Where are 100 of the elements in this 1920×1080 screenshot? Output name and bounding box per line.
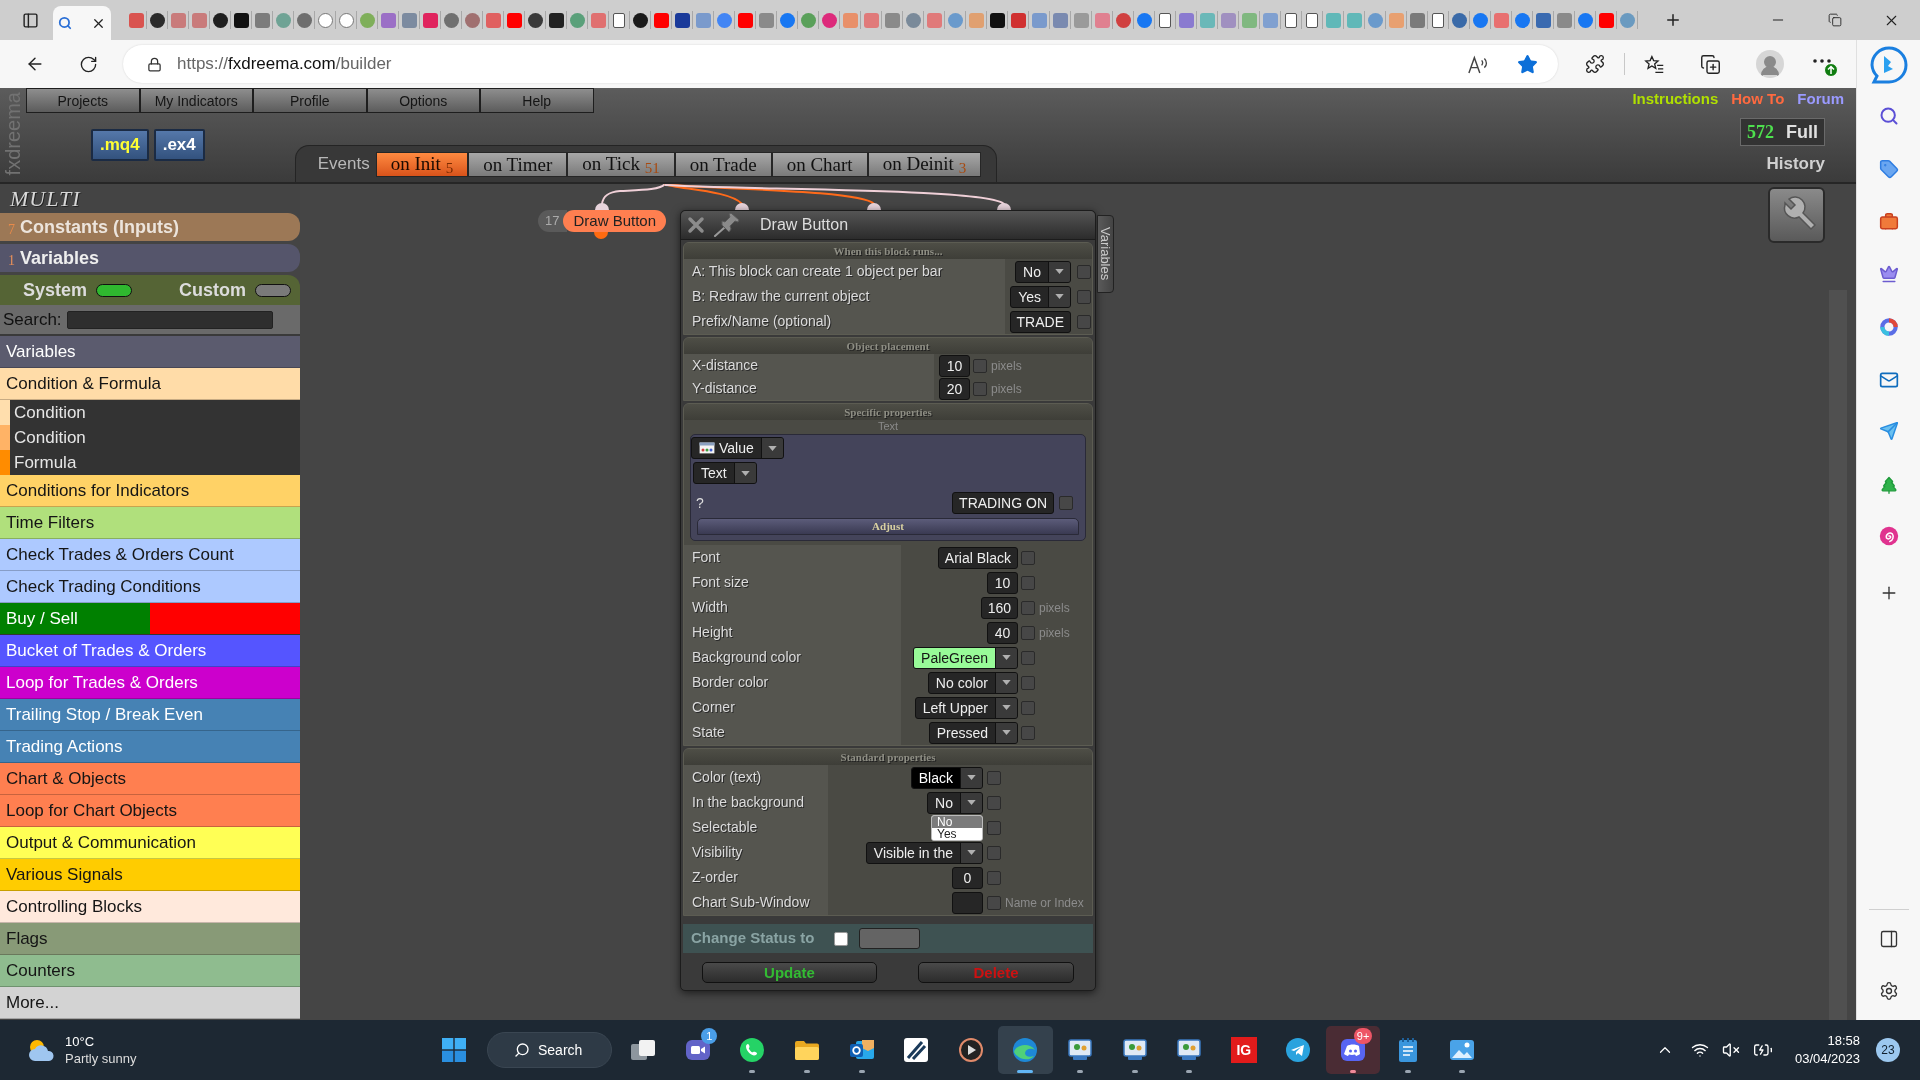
history-link[interactable]: History [1766, 151, 1825, 177]
four-squares-icon[interactable] [442, 1038, 466, 1062]
category-item[interactable]: Various Signals [0, 859, 300, 891]
input-field[interactable]: 10 [939, 354, 970, 377]
block-node[interactable]: Draw Button [563, 210, 666, 232]
sun-cloud-icon[interactable] [26, 1037, 56, 1063]
dropdown-option[interactable]: Yes [932, 828, 982, 840]
checkbox[interactable] [1077, 264, 1091, 279]
input-field[interactable]: 160 [980, 596, 1018, 619]
category-item[interactable]: Flags [0, 923, 300, 955]
extensions-icon[interactable] [1585, 54, 1605, 74]
category-item[interactable]: Check Trades & Orders Count [0, 539, 300, 571]
site-icon[interactable] [149, 12, 165, 28]
category-item[interactable]: Loop for Chart Objects [0, 795, 300, 827]
checkbox[interactable] [987, 895, 1001, 910]
restore-icon[interactable] [1827, 13, 1842, 27]
tag-icon[interactable] [1878, 159, 1899, 179]
spiral-circle-icon[interactable] [1878, 526, 1899, 546]
collections-icon[interactable] [1700, 53, 1721, 75]
input-field[interactable]: TRADE [1009, 310, 1071, 333]
category-item[interactable]: Conditions for Indicators [0, 475, 300, 507]
dropdown[interactable]: Yes [1010, 285, 1071, 308]
site-icon[interactable] [233, 12, 249, 28]
checkbox[interactable] [1021, 575, 1035, 590]
wrench-button[interactable] [1768, 187, 1825, 243]
category-item[interactable]: More... [0, 987, 300, 1019]
checkbox[interactable] [987, 795, 1001, 810]
scrollbar[interactable] [1829, 290, 1847, 1020]
briefcase-icon[interactable] [1878, 212, 1899, 232]
favorites-list-icon[interactable] [1644, 53, 1665, 75]
adjust-button[interactable]: Adjust [697, 518, 1079, 535]
category-item[interactable]: Loop for Trades & Orders [0, 667, 300, 699]
dropdown-option[interactable]: No [932, 816, 982, 828]
checkbox[interactable] [834, 931, 848, 946]
menu-button[interactable]: Options [366, 88, 480, 113]
category-item[interactable]: Trading Actions [0, 731, 300, 763]
site-icon[interactable] [989, 12, 1005, 28]
dropdown[interactable]: Left Upper [914, 696, 1018, 719]
checkbox[interactable] [1021, 675, 1035, 690]
page-icon[interactable] [1159, 12, 1171, 28]
favorite-star-icon[interactable] [1517, 53, 1538, 75]
dropdown[interactable]: Pressed [928, 721, 1018, 744]
site-icon[interactable] [632, 12, 648, 28]
event-tab[interactable]: on Trade [674, 152, 772, 177]
category-item[interactable]: Check Trading Conditions [0, 571, 300, 603]
search-field[interactable] [66, 310, 273, 329]
chat-bubble-icon[interactable] [1868, 45, 1909, 85]
dropdown[interactable]: Text [693, 462, 757, 484]
tab-actions-icon[interactable] [22, 11, 39, 29]
status-field[interactable] [859, 928, 920, 949]
dropdown[interactable]: No color [927, 671, 1018, 694]
site-icon[interactable] [527, 12, 543, 28]
page-icon[interactable] [1306, 12, 1318, 28]
checkbox[interactable] [973, 358, 987, 373]
category-item[interactable]: Time Filters [0, 507, 300, 539]
clock-date[interactable]: 03/04/2023 [1794, 1050, 1860, 1068]
menu-button[interactable]: Help [480, 88, 594, 113]
dropdown[interactable]: PaleGreen [913, 646, 1018, 669]
category-item[interactable]: Trailing Stop / Break Even [0, 699, 300, 731]
event-tab[interactable]: on Tick $_{51}$ [567, 152, 675, 177]
input-field[interactable]: TRADING ON [952, 492, 1054, 514]
checkbox[interactable] [973, 381, 987, 396]
crown-icon[interactable] [1878, 264, 1899, 284]
input-field[interactable]: Arial Black [937, 546, 1018, 569]
checkbox[interactable] [987, 770, 1001, 785]
category-item[interactable]: Counters [0, 955, 300, 987]
input-field[interactable]: 20 [939, 377, 970, 400]
page-icon[interactable] [1285, 12, 1297, 28]
wifi-icon[interactable] [1690, 1041, 1709, 1059]
settings-icon[interactable] [1878, 981, 1899, 1001]
address-field[interactable]: https://fxdreema.com/builder [123, 45, 1558, 83]
download-button[interactable]: .mq4 [91, 129, 149, 161]
full-toggle[interactable]: Full [1786, 118, 1818, 146]
event-tab[interactable]: on Deinit $_{3}$ [867, 152, 982, 177]
input-field[interactable]: 0 [952, 866, 983, 889]
action-button[interactable]: Update [702, 962, 877, 983]
side-panel-icon[interactable] [1878, 929, 1899, 949]
checkbox[interactable] [1021, 650, 1035, 665]
dropdown[interactable]: Visible in the [865, 841, 983, 864]
ring-icon[interactable] [1878, 317, 1899, 337]
checkbox[interactable] [1077, 289, 1091, 304]
event-tab[interactable]: on Init $_{5}$ [375, 152, 469, 177]
muted-speaker-icon[interactable] [1721, 1041, 1740, 1059]
site-icon[interactable] [674, 12, 690, 28]
pin-icon[interactable] [713, 213, 741, 237]
input-field[interactable]: 40 [987, 621, 1018, 644]
menu-button[interactable]: Projects [26, 88, 140, 113]
category-item[interactable]: Output & Communication [0, 827, 300, 859]
category-item[interactable]: Variables [0, 336, 300, 368]
side-tab[interactable]: Variables [1097, 215, 1114, 293]
checkbox[interactable] [1059, 496, 1073, 510]
event-tab[interactable]: on Timer [468, 152, 568, 177]
input-field[interactable] [952, 891, 983, 914]
category-item[interactable]: Chart & Objects [0, 763, 300, 795]
checkbox[interactable] [1021, 625, 1035, 640]
checkbox[interactable] [1021, 725, 1035, 740]
new-tab-icon[interactable] [1664, 11, 1682, 29]
checkbox[interactable] [987, 870, 1001, 885]
mail-icon[interactable] [1878, 370, 1899, 390]
search-icon[interactable] [58, 16, 72, 30]
